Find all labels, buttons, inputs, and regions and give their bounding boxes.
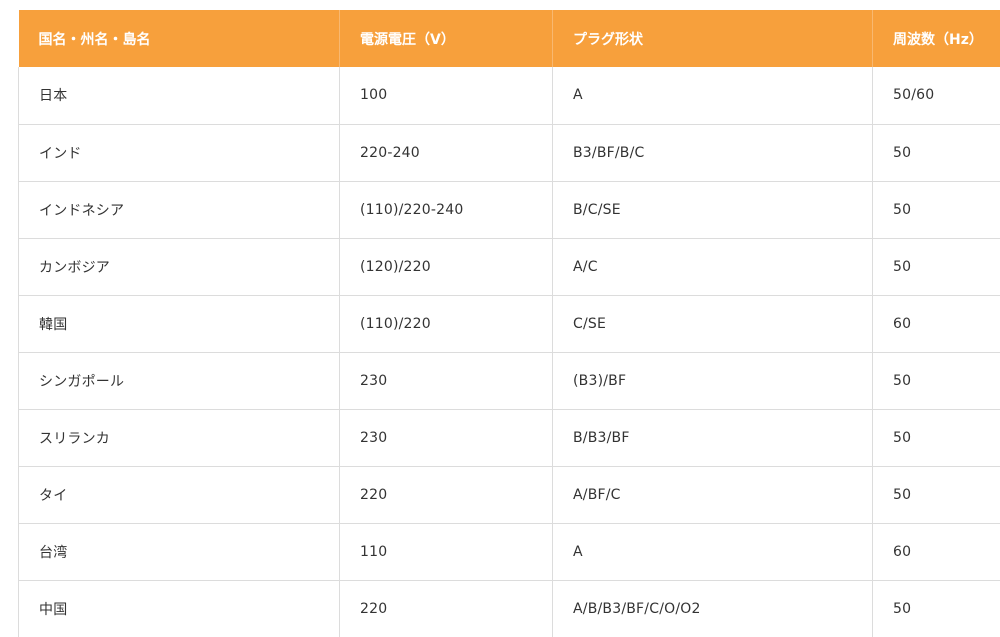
cell-voltage: (110)/220-240 bbox=[339, 181, 553, 239]
voltage-plug-table: 国名・州名・島名 電源電圧（V） プラグ形状 周波数（Hz） 日本 100 A … bbox=[18, 10, 1000, 637]
cell-plug-type: (B3)/BF bbox=[552, 352, 873, 410]
header-country: 国名・州名・島名 bbox=[18, 10, 340, 67]
header-voltage: 電源電圧（V） bbox=[339, 10, 553, 67]
cell-country: 中国 bbox=[18, 580, 340, 637]
table-row: 日本 100 A 50/60 bbox=[18, 67, 1000, 125]
cell-plug-type: B/B3/BF bbox=[552, 409, 873, 467]
cell-country: 台湾 bbox=[18, 523, 340, 581]
cell-frequency: 50 bbox=[872, 580, 1000, 637]
cell-frequency: 50 bbox=[872, 352, 1000, 410]
cell-country: 韓国 bbox=[18, 295, 340, 353]
voltage-table-container: 国名・州名・島名 電源電圧（V） プラグ形状 周波数（Hz） 日本 100 A … bbox=[18, 10, 1000, 637]
cell-plug-type: A/BF/C bbox=[552, 466, 873, 524]
cell-plug-type: A bbox=[552, 67, 873, 125]
header-frequency: 周波数（Hz） bbox=[872, 10, 1000, 67]
cell-frequency: 50 bbox=[872, 124, 1000, 182]
table-row: カンボジア (120)/220 A/C 50 bbox=[18, 238, 1000, 296]
cell-voltage: 100 bbox=[339, 67, 553, 125]
cell-frequency: 60 bbox=[872, 295, 1000, 353]
cell-country: カンボジア bbox=[18, 238, 340, 296]
table-row: 韓国 (110)/220 C/SE 60 bbox=[18, 295, 1000, 353]
cell-country: シンガポール bbox=[18, 352, 340, 410]
cell-frequency: 50 bbox=[872, 181, 1000, 239]
cell-plug-type: A/C bbox=[552, 238, 873, 296]
cell-plug-type: A bbox=[552, 523, 873, 581]
cell-country: インド bbox=[18, 124, 340, 182]
table-row: インドネシア (110)/220-240 B/C/SE 50 bbox=[18, 181, 1000, 239]
cell-frequency: 50 bbox=[872, 409, 1000, 467]
table-row: 中国 220 A/B/B3/BF/C/O/O2 50 bbox=[18, 580, 1000, 637]
cell-plug-type: A/B/B3/BF/C/O/O2 bbox=[552, 580, 873, 637]
cell-voltage: 230 bbox=[339, 352, 553, 410]
cell-frequency: 50/60 bbox=[872, 67, 1000, 125]
cell-voltage: 110 bbox=[339, 523, 553, 581]
cell-voltage: 220 bbox=[339, 580, 553, 637]
cell-country: スリランカ bbox=[18, 409, 340, 467]
cell-voltage: 230 bbox=[339, 409, 553, 467]
cell-voltage: (120)/220 bbox=[339, 238, 553, 296]
cell-voltage: (110)/220 bbox=[339, 295, 553, 353]
table-row: インド 220-240 B3/BF/B/C 50 bbox=[18, 124, 1000, 182]
cell-frequency: 50 bbox=[872, 466, 1000, 524]
cell-plug-type: C/SE bbox=[552, 295, 873, 353]
cell-country: インドネシア bbox=[18, 181, 340, 239]
cell-country: 日本 bbox=[18, 67, 340, 125]
cell-frequency: 60 bbox=[872, 523, 1000, 581]
table-row: 台湾 110 A 60 bbox=[18, 523, 1000, 581]
table-header: 国名・州名・島名 電源電圧（V） プラグ形状 周波数（Hz） bbox=[18, 10, 1000, 67]
header-row: 国名・州名・島名 電源電圧（V） プラグ形状 周波数（Hz） bbox=[18, 10, 1000, 67]
table-row: タイ 220 A/BF/C 50 bbox=[18, 466, 1000, 524]
cell-plug-type: B3/BF/B/C bbox=[552, 124, 873, 182]
table-row: スリランカ 230 B/B3/BF 50 bbox=[18, 409, 1000, 467]
cell-voltage: 220-240 bbox=[339, 124, 553, 182]
cell-country: タイ bbox=[18, 466, 340, 524]
cell-voltage: 220 bbox=[339, 466, 553, 524]
table-body: 日本 100 A 50/60 インド 220-240 B3/BF/B/C 50 … bbox=[18, 67, 1000, 637]
cell-plug-type: B/C/SE bbox=[552, 181, 873, 239]
table-row: シンガポール 230 (B3)/BF 50 bbox=[18, 352, 1000, 410]
cell-frequency: 50 bbox=[872, 238, 1000, 296]
header-plug-type: プラグ形状 bbox=[552, 10, 873, 67]
